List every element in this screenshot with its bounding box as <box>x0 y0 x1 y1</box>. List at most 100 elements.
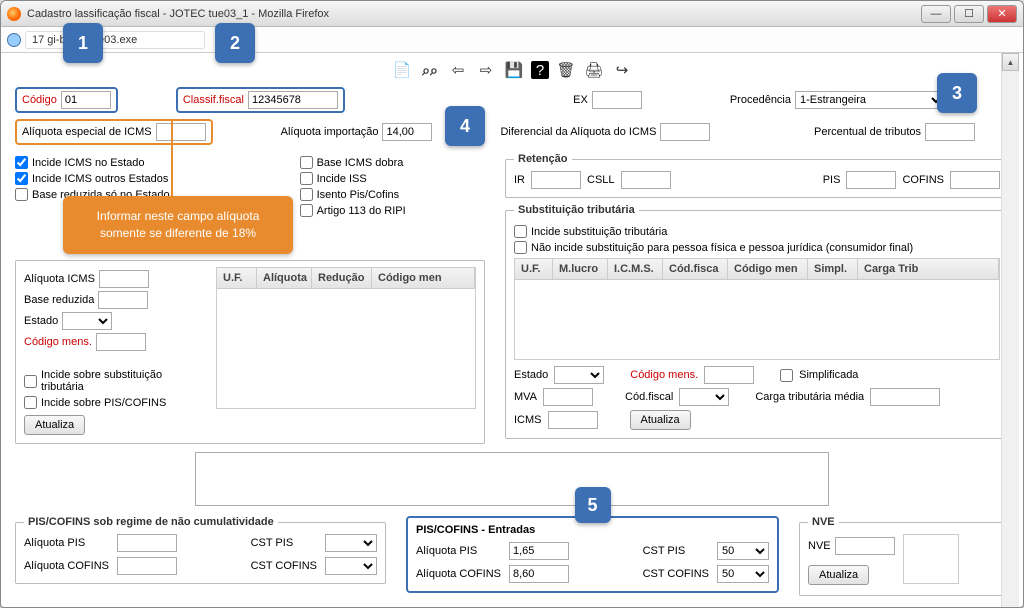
nc-cstpis-select[interactable] <box>325 534 377 552</box>
chk-incide-iss[interactable] <box>300 172 313 185</box>
chk-base-dobra[interactable] <box>300 156 313 169</box>
app-window: Cadastro lassificação fiscal - JOTEC tue… <box>0 0 1024 608</box>
nc-aliqpis-lbl: Alíquota PIS <box>24 537 109 549</box>
step-2-marker: 2 <box>215 23 255 63</box>
codmens2-lbl: Código mens. <box>630 369 698 381</box>
atualiza-button-left[interactable]: Atualiza <box>24 415 85 435</box>
csll-input[interactable] <box>621 171 671 189</box>
lbl-incide-estado: Incide ICMS no Estado <box>32 157 145 169</box>
lbl-incide-iss: Incide ISS <box>317 173 367 185</box>
perc-trib-label: Percentual de tributos <box>814 126 921 138</box>
nve-legend: NVE <box>808 516 839 528</box>
chk-incide-outros[interactable] <box>15 172 28 185</box>
pis-input[interactable] <box>846 171 896 189</box>
lbl-base-dobra: Base ICMS dobra <box>317 157 404 169</box>
chk-nao-inc[interactable] <box>514 241 527 254</box>
chk-sobre-sub[interactable] <box>24 375 37 388</box>
step-5-marker: 5 <box>575 487 611 523</box>
e-aliqcof-input[interactable] <box>509 565 569 583</box>
minimize-button[interactable]: — <box>921 5 951 23</box>
dif-icms-input[interactable] <box>660 123 710 141</box>
ex-label: EX <box>573 94 588 106</box>
aliq-esp-input[interactable] <box>156 123 206 141</box>
codmens-input[interactable] <box>96 333 146 351</box>
cofins-input[interactable] <box>950 171 1000 189</box>
base-reduz-input[interactable] <box>98 291 148 309</box>
lbl-isento: Isento Pis/Cofins <box>317 189 400 201</box>
chk-incide-estado[interactable] <box>15 156 28 169</box>
help-icon[interactable]: ? <box>531 61 549 79</box>
ir-input[interactable] <box>531 171 581 189</box>
new-icon[interactable]: 📄 <box>391 59 413 81</box>
back-arrow-icon[interactable]: ⇦ <box>447 59 469 81</box>
vertical-scrollbar[interactable]: ▲ <box>1001 53 1019 607</box>
t2-ct: Carga Trib <box>858 259 999 279</box>
lbl-incide-outros: Incide ICMS outros Estados <box>32 173 168 185</box>
classif-input[interactable] <box>248 91 338 109</box>
chk-simpl[interactable] <box>780 369 793 382</box>
url-text[interactable]: 17 gi-bin/jtetue03.exe <box>25 31 205 49</box>
codigo-input[interactable] <box>61 91 111 109</box>
mva-input[interactable] <box>543 388 593 406</box>
codfiscal-lbl: Cód.fiscal <box>625 391 673 403</box>
save-icon[interactable]: 💾 <box>503 59 525 81</box>
forward-arrow-icon[interactable]: ⇨ <box>475 59 497 81</box>
estado-select[interactable] <box>62 312 112 330</box>
tbl2-header: U.F. M.lucro I.C.M.S. Cód.fisca Código m… <box>514 258 1000 280</box>
nc-cstpis-lbl: CST PIS <box>251 537 317 549</box>
fieldset-sub-trib: Substituição tributária Incide substitui… <box>505 204 1009 439</box>
codigo-label: Código <box>22 94 57 106</box>
exit-icon[interactable]: ↪ <box>611 59 633 81</box>
pcnc-legend: PIS/COFINS sob regime de não cumulativid… <box>24 516 278 528</box>
nve-list[interactable] <box>903 534 959 584</box>
fieldset-piscofins-entradas: 5 PIS/COFINS - Entradas Alíquota PIS CST… <box>406 516 779 593</box>
chk-sobre-pc[interactable] <box>24 396 37 409</box>
nc-aliqcof-input[interactable] <box>117 557 177 575</box>
scroll-up-icon[interactable]: ▲ <box>1002 53 1019 71</box>
e-cstcof-lbl: CST COFINS <box>643 568 709 580</box>
tbl1-header: U.F. Alíquota Redução Código men <box>216 267 476 289</box>
tbl2-body[interactable] <box>514 280 1000 360</box>
codigo-group: Código <box>15 87 118 113</box>
subtrib-legend: Substituição tributária <box>514 204 639 216</box>
aliq-imp-input[interactable] <box>382 123 432 141</box>
tbl1-body[interactable] <box>216 289 476 409</box>
lbl-sobre-sub: Incide sobre substituição tributária <box>41 369 204 393</box>
ex-input[interactable] <box>592 91 642 109</box>
codfiscal-select[interactable] <box>679 388 729 406</box>
proced-select[interactable]: 1-Estrangeira <box>795 91 945 109</box>
atualiza-button-nve[interactable]: Atualiza <box>808 565 869 585</box>
chk-base-red[interactable] <box>15 188 28 201</box>
chk-inc-sub[interactable] <box>514 225 527 238</box>
icms2-input[interactable] <box>548 411 598 429</box>
fieldset-retencao: Retenção IR CSLL PIS COFINS <box>505 153 1009 198</box>
perc-trib-input[interactable] <box>925 123 975 141</box>
globe-icon <box>7 33 21 47</box>
e-aliqpis-input[interactable] <box>509 542 569 560</box>
maximize-button[interactable]: ☐ <box>954 5 984 23</box>
chk-art113[interactable] <box>300 204 313 217</box>
e-cstpis-select[interactable]: 50 <box>717 542 769 560</box>
aliq-esp-label: Alíquota especial de ICMS <box>22 126 152 138</box>
chk-isento[interactable] <box>300 188 313 201</box>
trash-icon[interactable]: 🗑 <box>555 59 577 81</box>
codmens2-input[interactable] <box>704 366 754 384</box>
nc-cstcof-select[interactable] <box>325 557 377 575</box>
binoculars-icon[interactable]: ⌕⌕ <box>419 59 441 81</box>
large-textarea[interactable] <box>195 452 829 506</box>
fieldset-piscofins-nc: PIS/COFINS sob regime de não cumulativid… <box>15 516 386 584</box>
carga-lbl: Carga tributária média <box>755 391 864 403</box>
print-icon[interactable]: 🖨 <box>583 59 605 81</box>
cofins-lbl: COFINS <box>902 174 944 186</box>
e-cstcof-select[interactable]: 50 <box>717 565 769 583</box>
nc-aliqpis-input[interactable] <box>117 534 177 552</box>
estado2-select[interactable] <box>554 366 604 384</box>
close-button[interactable]: ✕ <box>987 5 1017 23</box>
nve-input[interactable] <box>835 537 895 555</box>
carga-input[interactable] <box>870 388 940 406</box>
step-1-marker: 1 <box>63 23 103 63</box>
atualiza-button-right[interactable]: Atualiza <box>630 410 691 430</box>
aliq-icms-input[interactable] <box>99 270 149 288</box>
lbl-nao-inc: Não incide substituição para pessoa físi… <box>531 242 913 254</box>
proced-label: Procedência <box>730 94 791 106</box>
